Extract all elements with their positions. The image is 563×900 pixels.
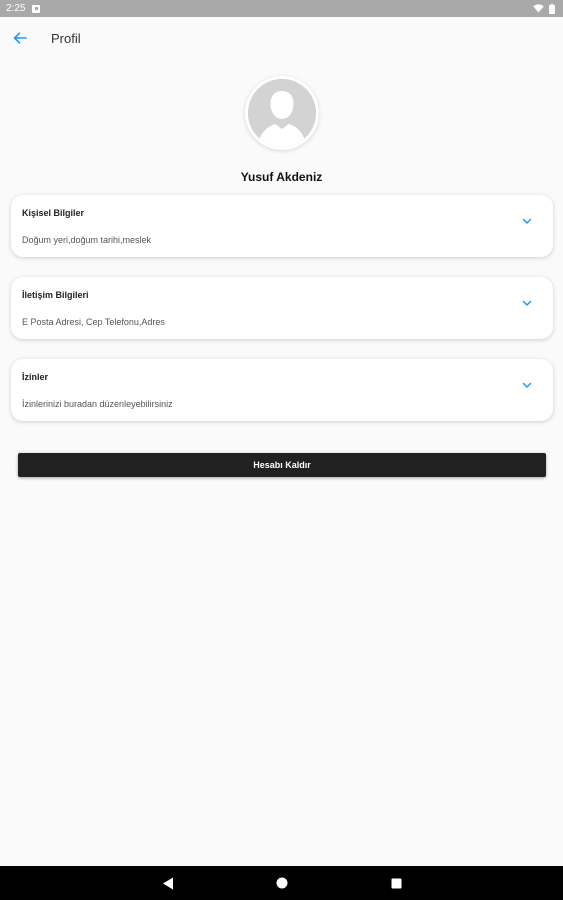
back-button[interactable] — [0, 18, 40, 58]
nav-home-button[interactable] — [274, 875, 290, 891]
wifi-icon — [533, 4, 544, 13]
nav-back-button[interactable] — [160, 875, 176, 891]
arrow-left-icon — [13, 32, 27, 44]
app-bar: Profil — [0, 17, 563, 59]
card-personal-info[interactable]: Kişisel Bilgiler Doğum yeri,doğum tarihi… — [11, 195, 553, 257]
avatar-image — [248, 79, 316, 147]
page-title: Profil — [51, 30, 81, 46]
status-bar: 2:25 — [0, 0, 563, 17]
chevron-down-icon[interactable] — [521, 297, 533, 309]
chevron-down-icon[interactable] — [521, 379, 533, 391]
person-silhouette-icon — [248, 79, 316, 147]
card-title: İzinler — [22, 372, 49, 382]
status-right — [533, 3, 555, 14]
chevron-down-icon[interactable] — [521, 215, 533, 227]
battery-icon — [549, 3, 555, 14]
nav-recents-button[interactable] — [388, 875, 404, 891]
back-triangle-icon — [163, 877, 173, 889]
card-subtitle: İzinlerinizi buradan düzenleyebilirsiniz — [22, 399, 173, 409]
card-permissions[interactable]: İzinler İzinlerinizi buradan düzenleyebi… — [11, 359, 553, 421]
status-time: 2:25 — [6, 3, 26, 14]
system-nav-bar — [0, 866, 563, 900]
recents-square-icon — [391, 878, 401, 888]
card-subtitle: Doğum yeri,doğum tarihi,meslek — [22, 235, 152, 245]
avatar[interactable] — [245, 76, 319, 150]
card-title: Kişisel Bilgiler — [22, 208, 85, 218]
home-circle-icon — [276, 877, 288, 889]
card-contact-info[interactable]: İletişim Bilgileri E Posta Adresi, Cep T… — [11, 277, 553, 339]
profile-screen: 2:25 Profil Yusuf Akdeniz Kişisel Bilgil… — [0, 0, 563, 900]
status-left: 2:25 — [6, 3, 41, 14]
remove-account-button[interactable]: Hesabı Kaldır — [18, 453, 546, 477]
card-subtitle: E Posta Adresi, Cep Telefonu,Adres — [22, 317, 165, 327]
user-name: Yusuf Akdeniz — [240, 170, 323, 184]
card-title: İletişim Bilgileri — [22, 290, 89, 300]
notification-icon — [32, 4, 41, 13]
